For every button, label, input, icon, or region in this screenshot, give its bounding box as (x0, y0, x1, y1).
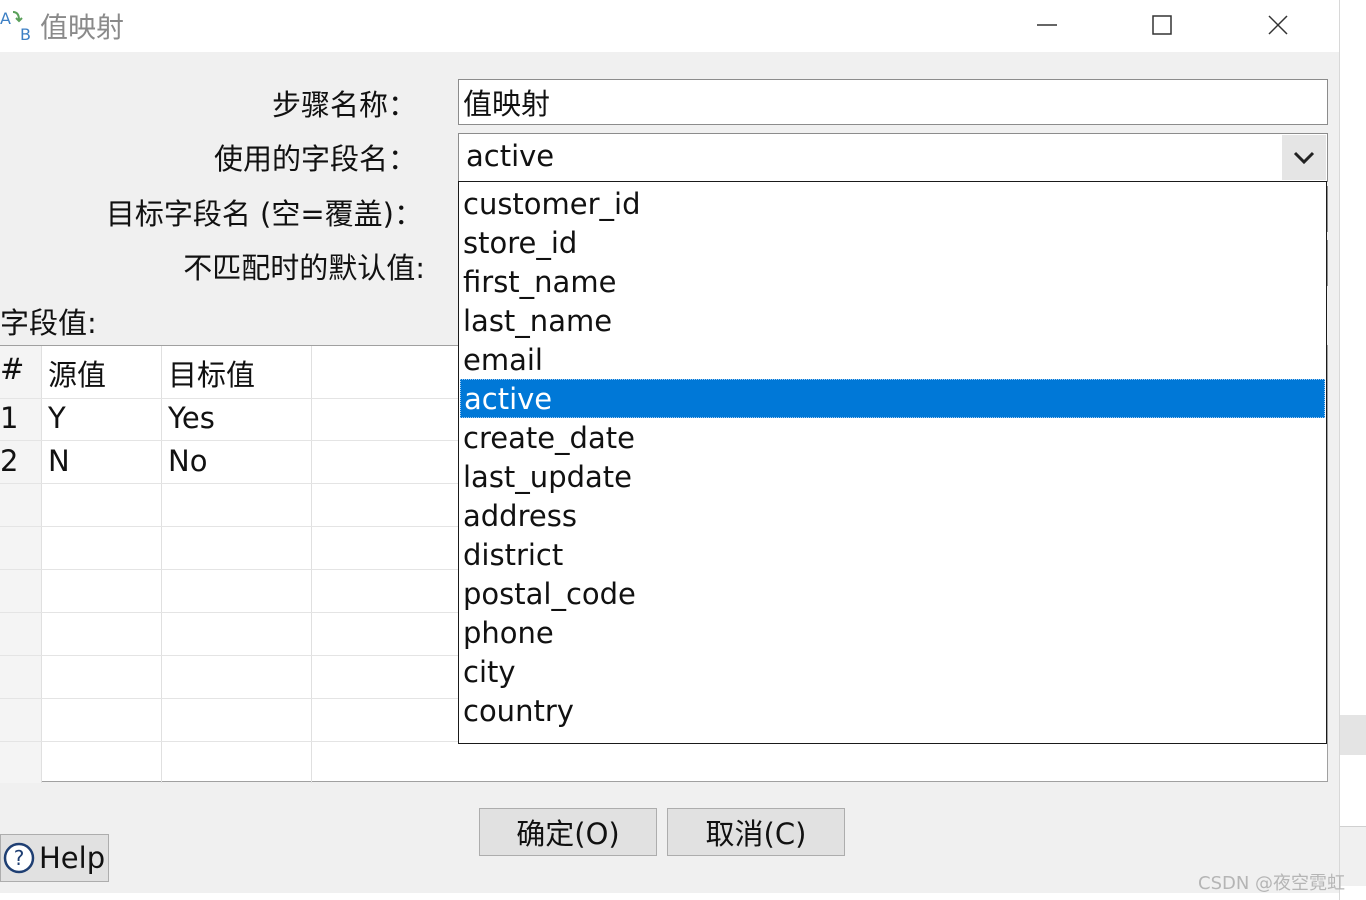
svg-text:?: ? (14, 846, 25, 870)
help-label: Help (39, 841, 106, 875)
close-button[interactable] (1233, 0, 1323, 50)
background-window-edge (1339, 0, 1366, 900)
dropdown-option-last-update[interactable]: last_update (460, 458, 1325, 497)
dropdown-option-active[interactable]: active (460, 379, 1325, 418)
dropdown-option-first-name[interactable]: first_name (460, 263, 1325, 302)
field-name-dropdown-list[interactable]: customer_id store_id first_name last_nam… (458, 181, 1327, 744)
title-bar: A B 值映射 (0, 0, 1339, 52)
dropdown-option-create-date[interactable]: create_date (460, 419, 1325, 458)
header-index[interactable]: # (0, 352, 24, 386)
minimize-icon (1037, 24, 1057, 26)
value-mapper-dialog: A B 值映射 步骤名称： 使用的字段名： 目标字段名 (空=覆盖)： 不匹配时… (0, 0, 1339, 893)
dropdown-option-city[interactable]: city (460, 653, 1325, 692)
combo-dropdown-button[interactable] (1282, 135, 1326, 180)
dropdown-option-customer-id[interactable]: customer_id (460, 185, 1325, 224)
header-target[interactable]: 目标值 (168, 352, 255, 394)
target-field-label: 目标字段名 (空=覆盖)： (105, 197, 423, 231)
ok-button[interactable]: 确定(O) (479, 808, 657, 856)
target-value-cell[interactable]: No (168, 444, 207, 478)
window-title: 值映射 (40, 11, 125, 44)
target-value-cell[interactable]: Yes (168, 401, 215, 435)
row-index: 1 (0, 401, 19, 435)
watermark: CSDN @夜空霓虹 (1198, 873, 1346, 894)
cancel-button[interactable]: 取消(C) (667, 808, 845, 856)
step-name-input[interactable] (458, 79, 1328, 125)
dropdown-option-phone[interactable]: phone (460, 614, 1325, 653)
maximize-icon (1152, 15, 1172, 35)
help-button[interactable]: ? Help (0, 834, 109, 882)
dropdown-option-country[interactable]: country (460, 692, 1325, 731)
chevron-down-icon (1293, 151, 1315, 164)
dropdown-option-email[interactable]: email (460, 341, 1325, 380)
svg-text:B: B (20, 25, 31, 42)
help-icon: ? (3, 842, 35, 874)
field-name-label: 使用的字段名： (213, 142, 417, 176)
default-value-label: 不匹配时的默认值: (183, 251, 425, 285)
dropdown-option-store-id[interactable]: store_id (460, 224, 1325, 263)
minimize-button[interactable] (1002, 0, 1092, 50)
dropdown-option-district[interactable]: district (460, 536, 1325, 575)
combo-selected-value: active (466, 139, 555, 173)
source-value-cell[interactable]: N (48, 444, 70, 478)
maximize-button[interactable] (1117, 0, 1207, 50)
dropdown-option-last-name[interactable]: last_name (460, 302, 1325, 341)
source-value-cell[interactable]: Y (48, 401, 66, 435)
field-name-combo[interactable]: active (458, 133, 1328, 182)
dropdown-option-postal-code[interactable]: postal_code (460, 575, 1325, 614)
row-index: 2 (0, 444, 19, 478)
svg-text:A: A (0, 9, 11, 28)
step-name-label: 步骤名称： (271, 88, 417, 122)
value-mapping-icon: A B (0, 9, 31, 42)
header-source[interactable]: 源值 (48, 352, 106, 394)
dropdown-option-address[interactable]: address (460, 497, 1325, 536)
close-icon (1268, 15, 1288, 35)
field-values-label: 字段值: (0, 306, 97, 340)
